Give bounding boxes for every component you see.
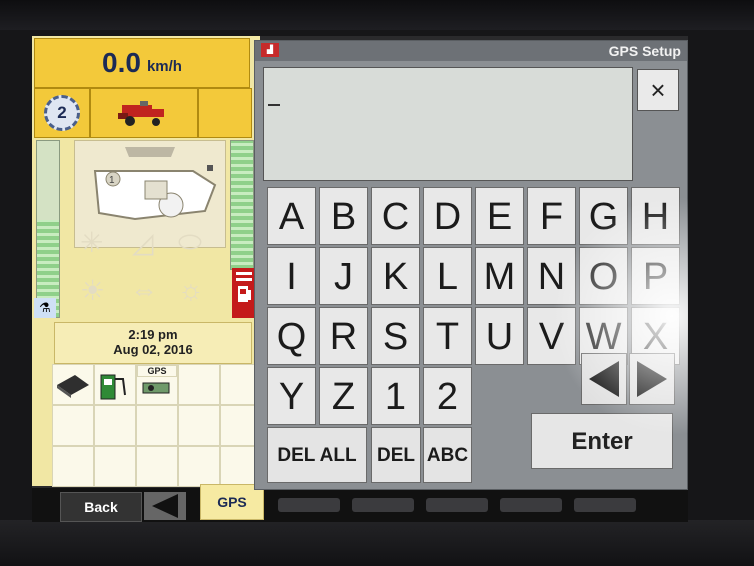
- cursor-right-button[interactable]: [629, 353, 675, 405]
- grid-cell[interactable]: [94, 405, 136, 446]
- arrow-right-icon: [637, 361, 667, 397]
- key-g[interactable]: G: [579, 187, 628, 245]
- softkey-2[interactable]: [352, 498, 414, 512]
- key-h[interactable]: H: [631, 187, 680, 245]
- clean-icon: ⬭: [178, 226, 202, 257]
- bezel-top: [0, 0, 754, 30]
- grid-cell[interactable]: [52, 446, 94, 487]
- left-level-gauge: [36, 140, 60, 318]
- key-j[interactable]: J: [319, 247, 368, 305]
- fuel-pump-icon: [100, 374, 126, 400]
- grid-cell-book[interactable]: [52, 364, 94, 405]
- speed-readout[interactable]: 0.0 km/h: [34, 38, 250, 88]
- gps-label: GPS: [137, 365, 177, 377]
- clock-display: 2:19 pm Aug 02, 2016: [54, 322, 252, 364]
- width-icon: ⇔: [130, 274, 158, 305]
- grid-cell[interactable]: [178, 364, 220, 405]
- speed-value: 0.0: [102, 47, 141, 78]
- cursor-left-button[interactable]: [581, 353, 627, 405]
- softkey-3[interactable]: [426, 498, 488, 512]
- delete-all-button[interactable]: DEL ALL: [267, 427, 367, 483]
- key-2[interactable]: 2: [423, 367, 472, 425]
- grid-cell[interactable]: [52, 405, 94, 446]
- key-1[interactable]: 1: [371, 367, 420, 425]
- combine-small-icon: ▟: [261, 43, 279, 57]
- key-r[interactable]: R: [319, 307, 368, 365]
- right-gauge-fill: [231, 141, 253, 269]
- combine-icon: [118, 101, 164, 126]
- lights-icon: ☀: [80, 275, 106, 306]
- abc-mode-button[interactable]: ABC: [423, 427, 472, 483]
- grid-cell-gps[interactable]: GPS: [136, 364, 178, 405]
- key-y[interactable]: Y: [267, 367, 316, 425]
- text-input-field[interactable]: [263, 67, 633, 181]
- screen: 0.0 km/h 2 ⚗ 1 ✳ ◿ ⬭ ☀ ⇔ ☼ 2:19 pm Aug 0…: [32, 36, 688, 522]
- right-level-gauge: [230, 140, 254, 270]
- key-z[interactable]: Z: [319, 367, 368, 425]
- key-l[interactable]: L: [423, 247, 472, 305]
- shortcut-grid: GPS: [52, 364, 262, 488]
- delete-button[interactable]: DEL: [371, 427, 421, 483]
- grid-cell[interactable]: [94, 446, 136, 487]
- key-k[interactable]: K: [371, 247, 420, 305]
- key-u[interactable]: U: [475, 307, 524, 365]
- run-panel: 0.0 km/h 2 ⚗ 1 ✳ ◿ ⬭ ☀ ⇔ ☼ 2:19 pm Aug 0…: [32, 36, 262, 488]
- softkey-4[interactable]: [500, 498, 562, 512]
- key-f[interactable]: F: [527, 187, 576, 245]
- key-a[interactable]: A: [267, 187, 316, 245]
- key-d[interactable]: D: [423, 187, 472, 245]
- gear-indicator[interactable]: 2: [34, 88, 90, 138]
- arrow-left-icon: [152, 494, 178, 518]
- key-s[interactable]: S: [371, 307, 420, 365]
- key-m[interactable]: M: [475, 247, 524, 305]
- flask-icon: ⚗: [34, 298, 56, 318]
- auger-icon: ◿: [132, 227, 154, 258]
- key-i[interactable]: I: [267, 247, 316, 305]
- page-left-button[interactable]: [144, 492, 186, 520]
- fuel-icon: [232, 268, 256, 318]
- key-t[interactable]: T: [423, 307, 472, 365]
- gear-icon: 2: [44, 95, 80, 131]
- clock-time: 2:19 pm: [128, 327, 178, 342]
- softkey-1[interactable]: [278, 498, 340, 512]
- key-b[interactable]: B: [319, 187, 368, 245]
- snowflake-icon: ✳: [80, 227, 104, 258]
- book-icon: [57, 375, 89, 398]
- grid-cell[interactable]: [136, 446, 178, 487]
- speed-unit: km/h: [146, 57, 182, 75]
- key-e[interactable]: E: [475, 187, 524, 245]
- key-q[interactable]: Q: [267, 307, 316, 365]
- softkey-5[interactable]: [574, 498, 636, 512]
- dialog-title-bar: ▟ GPS Setup: [255, 41, 687, 61]
- key-v[interactable]: V: [527, 307, 576, 365]
- bezel-bottom: [0, 520, 754, 566]
- svg-text:1: 1: [109, 175, 115, 186]
- close-icon[interactable]: ×: [637, 69, 679, 111]
- key-n[interactable]: N: [527, 247, 576, 305]
- gps-setup-dialog: ▟ GPS Setup × A B C D E F G H I J K L M …: [254, 40, 688, 490]
- grid-cell[interactable]: [136, 405, 178, 446]
- grid-cell-fuel[interactable]: [94, 364, 136, 405]
- beacon-icon: ☼: [178, 274, 204, 305]
- combine-status[interactable]: [90, 88, 198, 138]
- key-c[interactable]: C: [371, 187, 420, 245]
- key-p[interactable]: P: [631, 247, 680, 305]
- grid-cell[interactable]: [178, 446, 220, 487]
- key-o[interactable]: O: [579, 247, 628, 305]
- grid-cell[interactable]: [178, 405, 220, 446]
- arrow-left-icon: [589, 361, 619, 397]
- back-button[interactable]: Back: [60, 492, 142, 522]
- text-cursor: [268, 104, 280, 106]
- function-icons: ✳ ◿ ⬭ ☀ ⇔ ☼: [74, 226, 224, 322]
- dialog-title: GPS Setup: [608, 43, 681, 59]
- clock-date: Aug 02, 2016: [113, 342, 193, 357]
- enter-button[interactable]: Enter: [531, 413, 673, 469]
- gps-receiver-icon: [142, 382, 170, 394]
- status-tile-empty[interactable]: [198, 88, 252, 138]
